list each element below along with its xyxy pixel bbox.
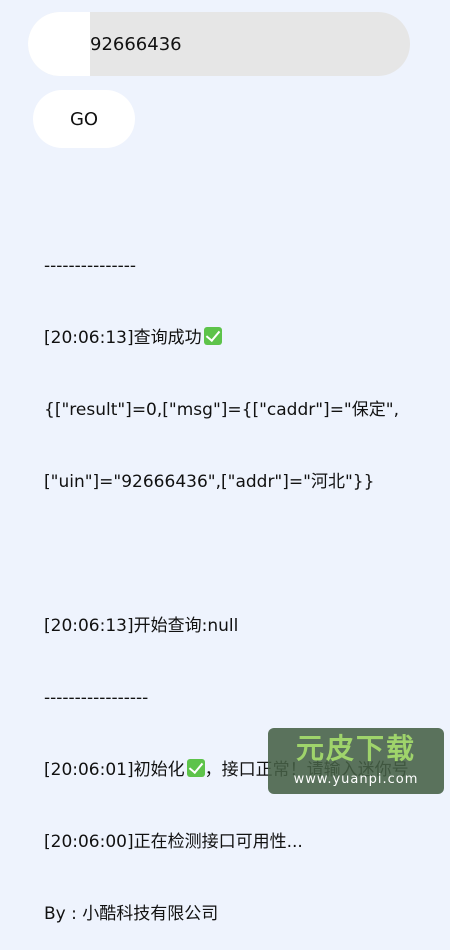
log-line: By : 小酷科技有限公司 [44,904,219,924]
log-line: [20:06:00]正在检测接口可用性... [44,832,303,852]
log-line-text: [20:06:13]查询成功 [44,328,202,348]
watermark-url: www.yuanpi.com [293,772,419,787]
log-line: ----------------- [44,688,149,708]
log-line: [20:06:13]开始查询:null [44,616,239,636]
log-line: {["result"]=0,["msg"]={["caddr"]="保定", [44,400,399,420]
watermark-title: 元皮下载 [295,732,416,765]
log-output: --------------- [20:06:13]查询成功 {["result… [44,206,439,950]
log-line: ["uin"]="92666436",["addr"]="河北"}} [44,472,375,492]
log-line-text: [20:06:01]初始化 [44,760,185,780]
watermark-logo: 元皮下载 www.yuanpi.com [268,728,444,794]
search-box-left-cap [28,12,90,76]
search-box[interactable] [28,12,410,76]
search-input[interactable] [90,12,400,76]
check-mark-icon [203,327,222,345]
log-line: [20:06:13]查询成功 [44,326,439,350]
check-mark-icon [186,759,205,777]
log-line: --------------- [44,256,137,276]
go-button[interactable]: GO [33,90,135,148]
log-blank-line [44,542,439,566]
